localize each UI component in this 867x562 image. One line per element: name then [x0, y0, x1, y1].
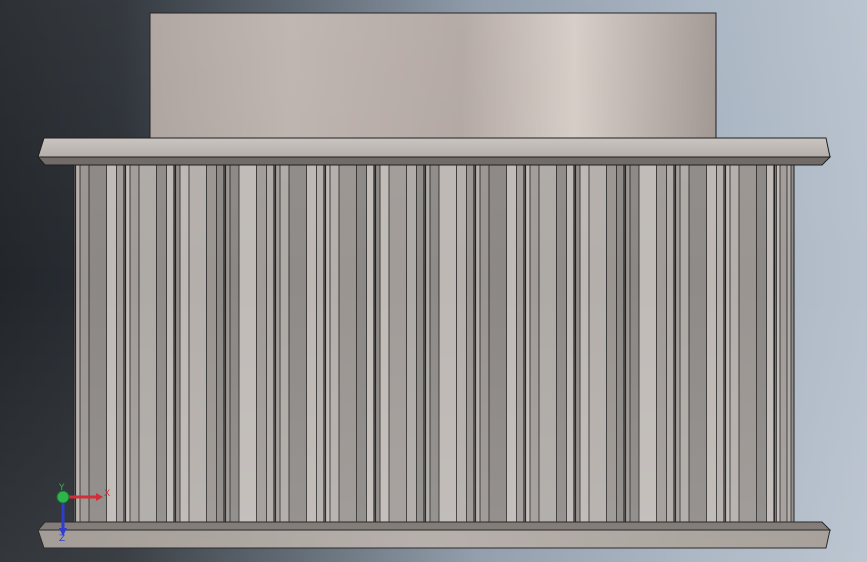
tooth-face	[116, 165, 125, 522]
tooth-face	[216, 165, 225, 522]
tooth-face	[580, 165, 590, 522]
tooth-face	[466, 165, 475, 522]
tooth-face	[730, 165, 740, 522]
tooth-face	[630, 165, 640, 522]
tooth-face	[239, 165, 257, 522]
tooth-face	[306, 165, 317, 522]
tooth-face	[739, 165, 757, 522]
graphics-viewport[interactable]: X Y Z	[0, 0, 867, 562]
tooth-face	[606, 165, 617, 522]
tooth-face	[106, 165, 117, 522]
tooth-face	[356, 165, 367, 522]
tooth-face	[530, 165, 540, 522]
y-axis-label: Y	[58, 483, 65, 493]
tooth-face	[439, 165, 457, 522]
tooth-face	[130, 165, 140, 522]
tooth-face	[166, 165, 175, 522]
tooth-face	[539, 165, 557, 522]
tooth-face	[766, 165, 775, 522]
tooth-face	[716, 165, 725, 522]
tooth-face	[139, 165, 157, 522]
tooth-face	[230, 165, 240, 522]
x-axis-label: X	[104, 489, 110, 499]
tooth-face	[616, 165, 625, 522]
x-axis-arrowhead	[96, 493, 103, 501]
tooth-face	[280, 165, 290, 522]
z-axis-label: Z	[59, 534, 65, 542]
tooth-face	[330, 165, 340, 522]
tooth-face	[156, 165, 167, 522]
tooth-face	[80, 165, 90, 522]
tooth-face	[339, 165, 357, 522]
tooth-face	[256, 165, 267, 522]
tooth-face	[489, 165, 507, 522]
tooth-face	[656, 165, 667, 522]
tooth-face	[756, 165, 767, 522]
tooth-face	[416, 165, 425, 522]
hub-cylinder[interactable]	[149, 12, 717, 139]
tooth-face	[406, 165, 417, 522]
tooth-face	[480, 165, 490, 522]
tooth-face	[456, 165, 467, 522]
reference-triad: X Y Z	[56, 483, 110, 542]
tooth-face	[666, 165, 675, 522]
tooth-face	[389, 165, 407, 522]
tooth-face	[516, 165, 525, 522]
tooth-face	[706, 165, 717, 522]
tooth-face	[189, 165, 207, 522]
tooth-face	[366, 165, 375, 522]
tooth-face	[289, 165, 307, 522]
tooth-face	[639, 165, 657, 522]
tooth-face	[266, 165, 275, 522]
tooth-face	[316, 165, 325, 522]
pulley-model[interactable]	[0, 0, 867, 562]
tooth-face	[506, 165, 517, 522]
tooth-face	[589, 165, 607, 522]
tooth-face	[89, 165, 107, 522]
tooth-face	[380, 165, 390, 522]
bottom-flange[interactable]	[36, 521, 832, 549]
tooth-face	[680, 165, 690, 522]
tooth-face	[556, 165, 567, 522]
top-flange[interactable]	[36, 137, 832, 166]
tooth-face	[780, 165, 788, 522]
pulley-teeth[interactable]	[73, 164, 795, 523]
tooth-face	[566, 165, 575, 522]
tooth-face	[430, 165, 440, 522]
tooth-face	[689, 165, 707, 522]
tooth-face	[180, 165, 190, 522]
tooth-face	[206, 165, 217, 522]
